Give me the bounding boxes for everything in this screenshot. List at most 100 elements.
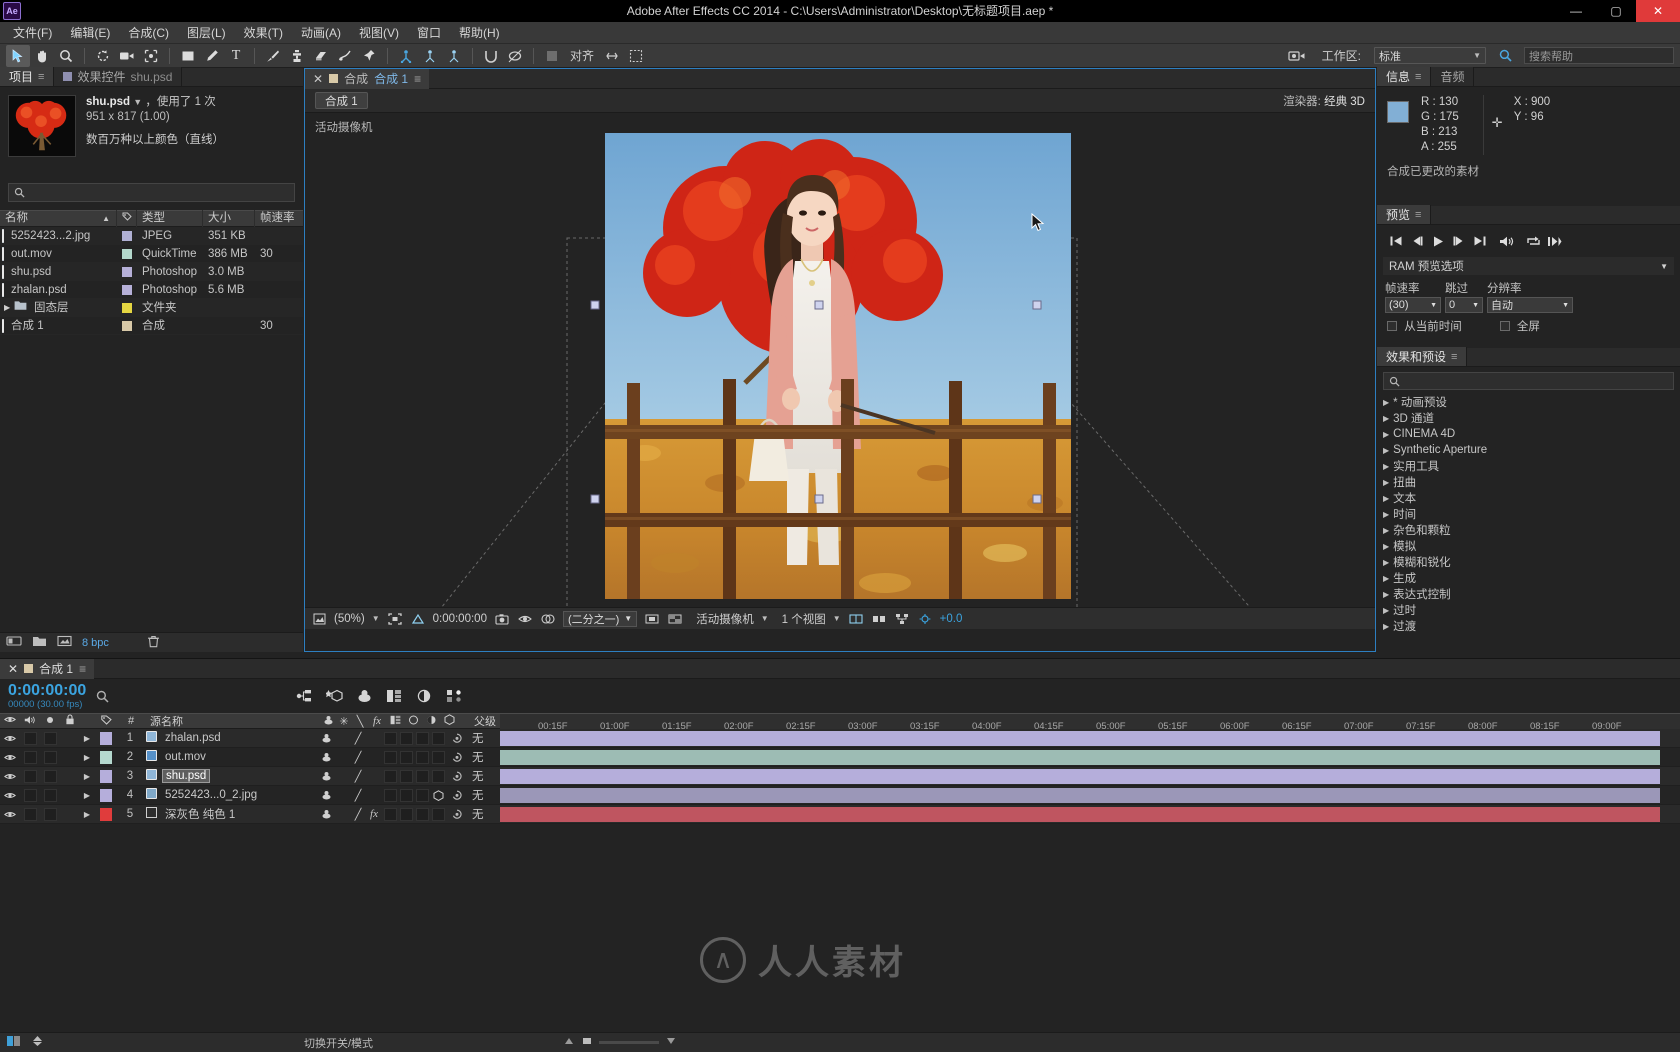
views-count[interactable]: 1 个视图: [782, 611, 826, 627]
next-frame-icon[interactable]: [1448, 231, 1469, 251]
disclosure-triangle-icon[interactable]: ▶: [1383, 574, 1389, 583]
timeline-layer-row[interactable]: ▶1zhalan.psd╱无▼: [0, 729, 1680, 748]
brush-tool-icon[interactable]: [261, 45, 285, 67]
menu-window[interactable]: 窗口: [408, 23, 450, 43]
type-tool-icon[interactable]: T: [224, 45, 248, 67]
fullscreen-checkbox[interactable]: 全屏: [1499, 318, 1540, 334]
layer-label-swatch[interactable]: [94, 788, 118, 802]
project-item-label-swatch[interactable]: [117, 263, 137, 281]
disclosure-triangle-icon[interactable]: ▶: [1383, 462, 1389, 471]
disclosure-triangle-icon[interactable]: ▶: [1383, 398, 1389, 407]
new-folder-icon[interactable]: [32, 635, 47, 650]
quality-switch[interactable]: ╱: [350, 789, 366, 802]
video-toggle[interactable]: [0, 734, 20, 743]
zoom-slider-track[interactable]: [599, 1041, 660, 1044]
column-framerate[interactable]: 帧速率: [255, 210, 303, 227]
motion-blur-switch[interactable]: [398, 769, 414, 783]
motion-blur-switch[interactable]: [398, 750, 414, 764]
audio-toggle[interactable]: [20, 750, 40, 764]
tab-audio[interactable]: 音频: [1431, 67, 1475, 86]
frame-blend-switch[interactable]: [382, 788, 398, 802]
disclosure-triangle-icon[interactable]: ▶: [1383, 430, 1389, 439]
ram-preview-icon[interactable]: [1544, 231, 1565, 251]
effects-category-item[interactable]: ▶ 文本: [1377, 490, 1680, 506]
disclosure-triangle-icon[interactable]: ▶: [1383, 494, 1389, 503]
audio-toggle[interactable]: [20, 788, 40, 802]
snapshot-icon[interactable]: [494, 611, 510, 627]
delete-icon[interactable]: [147, 635, 160, 651]
panel-menu-icon[interactable]: ≡: [1451, 351, 1457, 363]
solo-toggle[interactable]: [40, 731, 60, 745]
layer-label-swatch[interactable]: [94, 731, 118, 745]
menu-edit[interactable]: 编辑(E): [61, 23, 119, 43]
active-camera-value[interactable]: 活动摄像机: [696, 611, 754, 627]
frame-blending-icon[interactable]: [385, 687, 403, 705]
timeline-link-icon[interactable]: [871, 611, 887, 627]
menu-view[interactable]: 视图(V): [350, 23, 408, 43]
column-type[interactable]: 类型: [137, 210, 203, 227]
shy-switch[interactable]: [318, 809, 334, 819]
menu-file[interactable]: 文件(F): [4, 23, 61, 43]
exposure-value[interactable]: +0.0: [940, 613, 963, 625]
pan-behind-tool-icon[interactable]: [139, 45, 163, 67]
disclosure-triangle-icon[interactable]: ▶: [1383, 622, 1389, 631]
video-toggle[interactable]: [0, 810, 20, 819]
project-item-row[interactable]: shu.psd Photoshop 3.0 MB: [0, 263, 303, 281]
maximize-button[interactable]: ▢: [1596, 0, 1636, 22]
disclosure-triangle-icon[interactable]: ▶: [80, 734, 94, 743]
effects-category-item[interactable]: ▶ 表达式控制: [1377, 586, 1680, 602]
layer-name-cell[interactable]: shu.psd: [142, 769, 318, 783]
draft-3d-icon[interactable]: [325, 687, 343, 705]
layer-label-swatch[interactable]: [94, 750, 118, 764]
parent-pickwhip-icon[interactable]: [446, 752, 468, 763]
parent-pickwhip-icon[interactable]: [446, 809, 468, 820]
zoom-tool-icon[interactable]: [54, 45, 78, 67]
adjustment-switch[interactable]: [414, 807, 430, 821]
timeline-layer-row[interactable]: ▶3shu.psd╱无▼: [0, 767, 1680, 786]
three-d-switch[interactable]: [430, 731, 446, 745]
channel-icon[interactable]: [540, 611, 556, 627]
disclosure-triangle-icon[interactable]: ▶: [1383, 558, 1389, 567]
disclosure-triangle-icon[interactable]: ▶: [80, 753, 94, 762]
new-comp-icon[interactable]: [6, 635, 22, 650]
quality-switch[interactable]: ╱: [350, 732, 366, 745]
composition-stage[interactable]: 活动摄像机 (50%) ▼ 0:00:00:00 (二分之一) ▼ 活动摄像机 …: [305, 113, 1375, 629]
effects-category-item[interactable]: ▶ 时间: [1377, 506, 1680, 522]
column-size[interactable]: 大小: [203, 210, 255, 227]
layer-duration-bar[interactable]: [500, 807, 1660, 822]
effects-category-item[interactable]: ▶ Synthetic Aperture: [1377, 442, 1680, 458]
layer-duration-bar[interactable]: [500, 788, 1660, 803]
zoom-slider-handle[interactable]: [581, 1036, 593, 1049]
quality-switch[interactable]: ╱: [350, 770, 366, 783]
audio-toggle[interactable]: [20, 769, 40, 783]
align-square-icon[interactable]: [540, 45, 564, 67]
first-frame-icon[interactable]: [1385, 231, 1406, 251]
three-d-switch[interactable]: [430, 769, 446, 783]
effects-search-input[interactable]: [1383, 372, 1674, 390]
layer-duration-bar[interactable]: [500, 750, 1660, 765]
effects-category-item[interactable]: ▶ 过时: [1377, 602, 1680, 618]
frame-blend-switch[interactable]: [382, 750, 398, 764]
layer-name-cell[interactable]: out.mov: [142, 750, 318, 764]
motion-blur-switch[interactable]: [398, 807, 414, 821]
orbit-camera-icon[interactable]: [418, 45, 442, 67]
motion-blur-icon[interactable]: [415, 687, 433, 705]
adjustment-switch[interactable]: [414, 769, 430, 783]
search-icon[interactable]: [1493, 45, 1517, 67]
timeline-search-icon[interactable]: [96, 687, 114, 705]
tab-project[interactable]: 项目 ≡: [0, 67, 55, 86]
effects-category-item[interactable]: ▶ * 动画预设: [1377, 394, 1680, 410]
effects-category-item[interactable]: ▶ 生成: [1377, 570, 1680, 586]
quality-switch[interactable]: ╱: [350, 808, 366, 821]
current-timecode[interactable]: 0:00:00:00: [433, 613, 487, 625]
disclosure-triangle-icon[interactable]: ▶: [1383, 590, 1389, 599]
comp-name-chip[interactable]: 合成 1: [315, 92, 368, 109]
mask-feather-tool-icon[interactable]: [503, 45, 527, 67]
audio-toggle[interactable]: [20, 807, 40, 821]
roto-brush-tool-icon[interactable]: [333, 45, 357, 67]
switches-modes-label[interactable]: 切换开关/模式: [304, 1035, 373, 1051]
resolution-select[interactable]: (二分之一) ▼: [562, 610, 638, 627]
eraser-tool-icon[interactable]: [309, 45, 333, 67]
from-current-time-checkbox[interactable]: 从当前时间: [1387, 318, 1462, 334]
adjustment-switch[interactable]: [414, 750, 430, 764]
